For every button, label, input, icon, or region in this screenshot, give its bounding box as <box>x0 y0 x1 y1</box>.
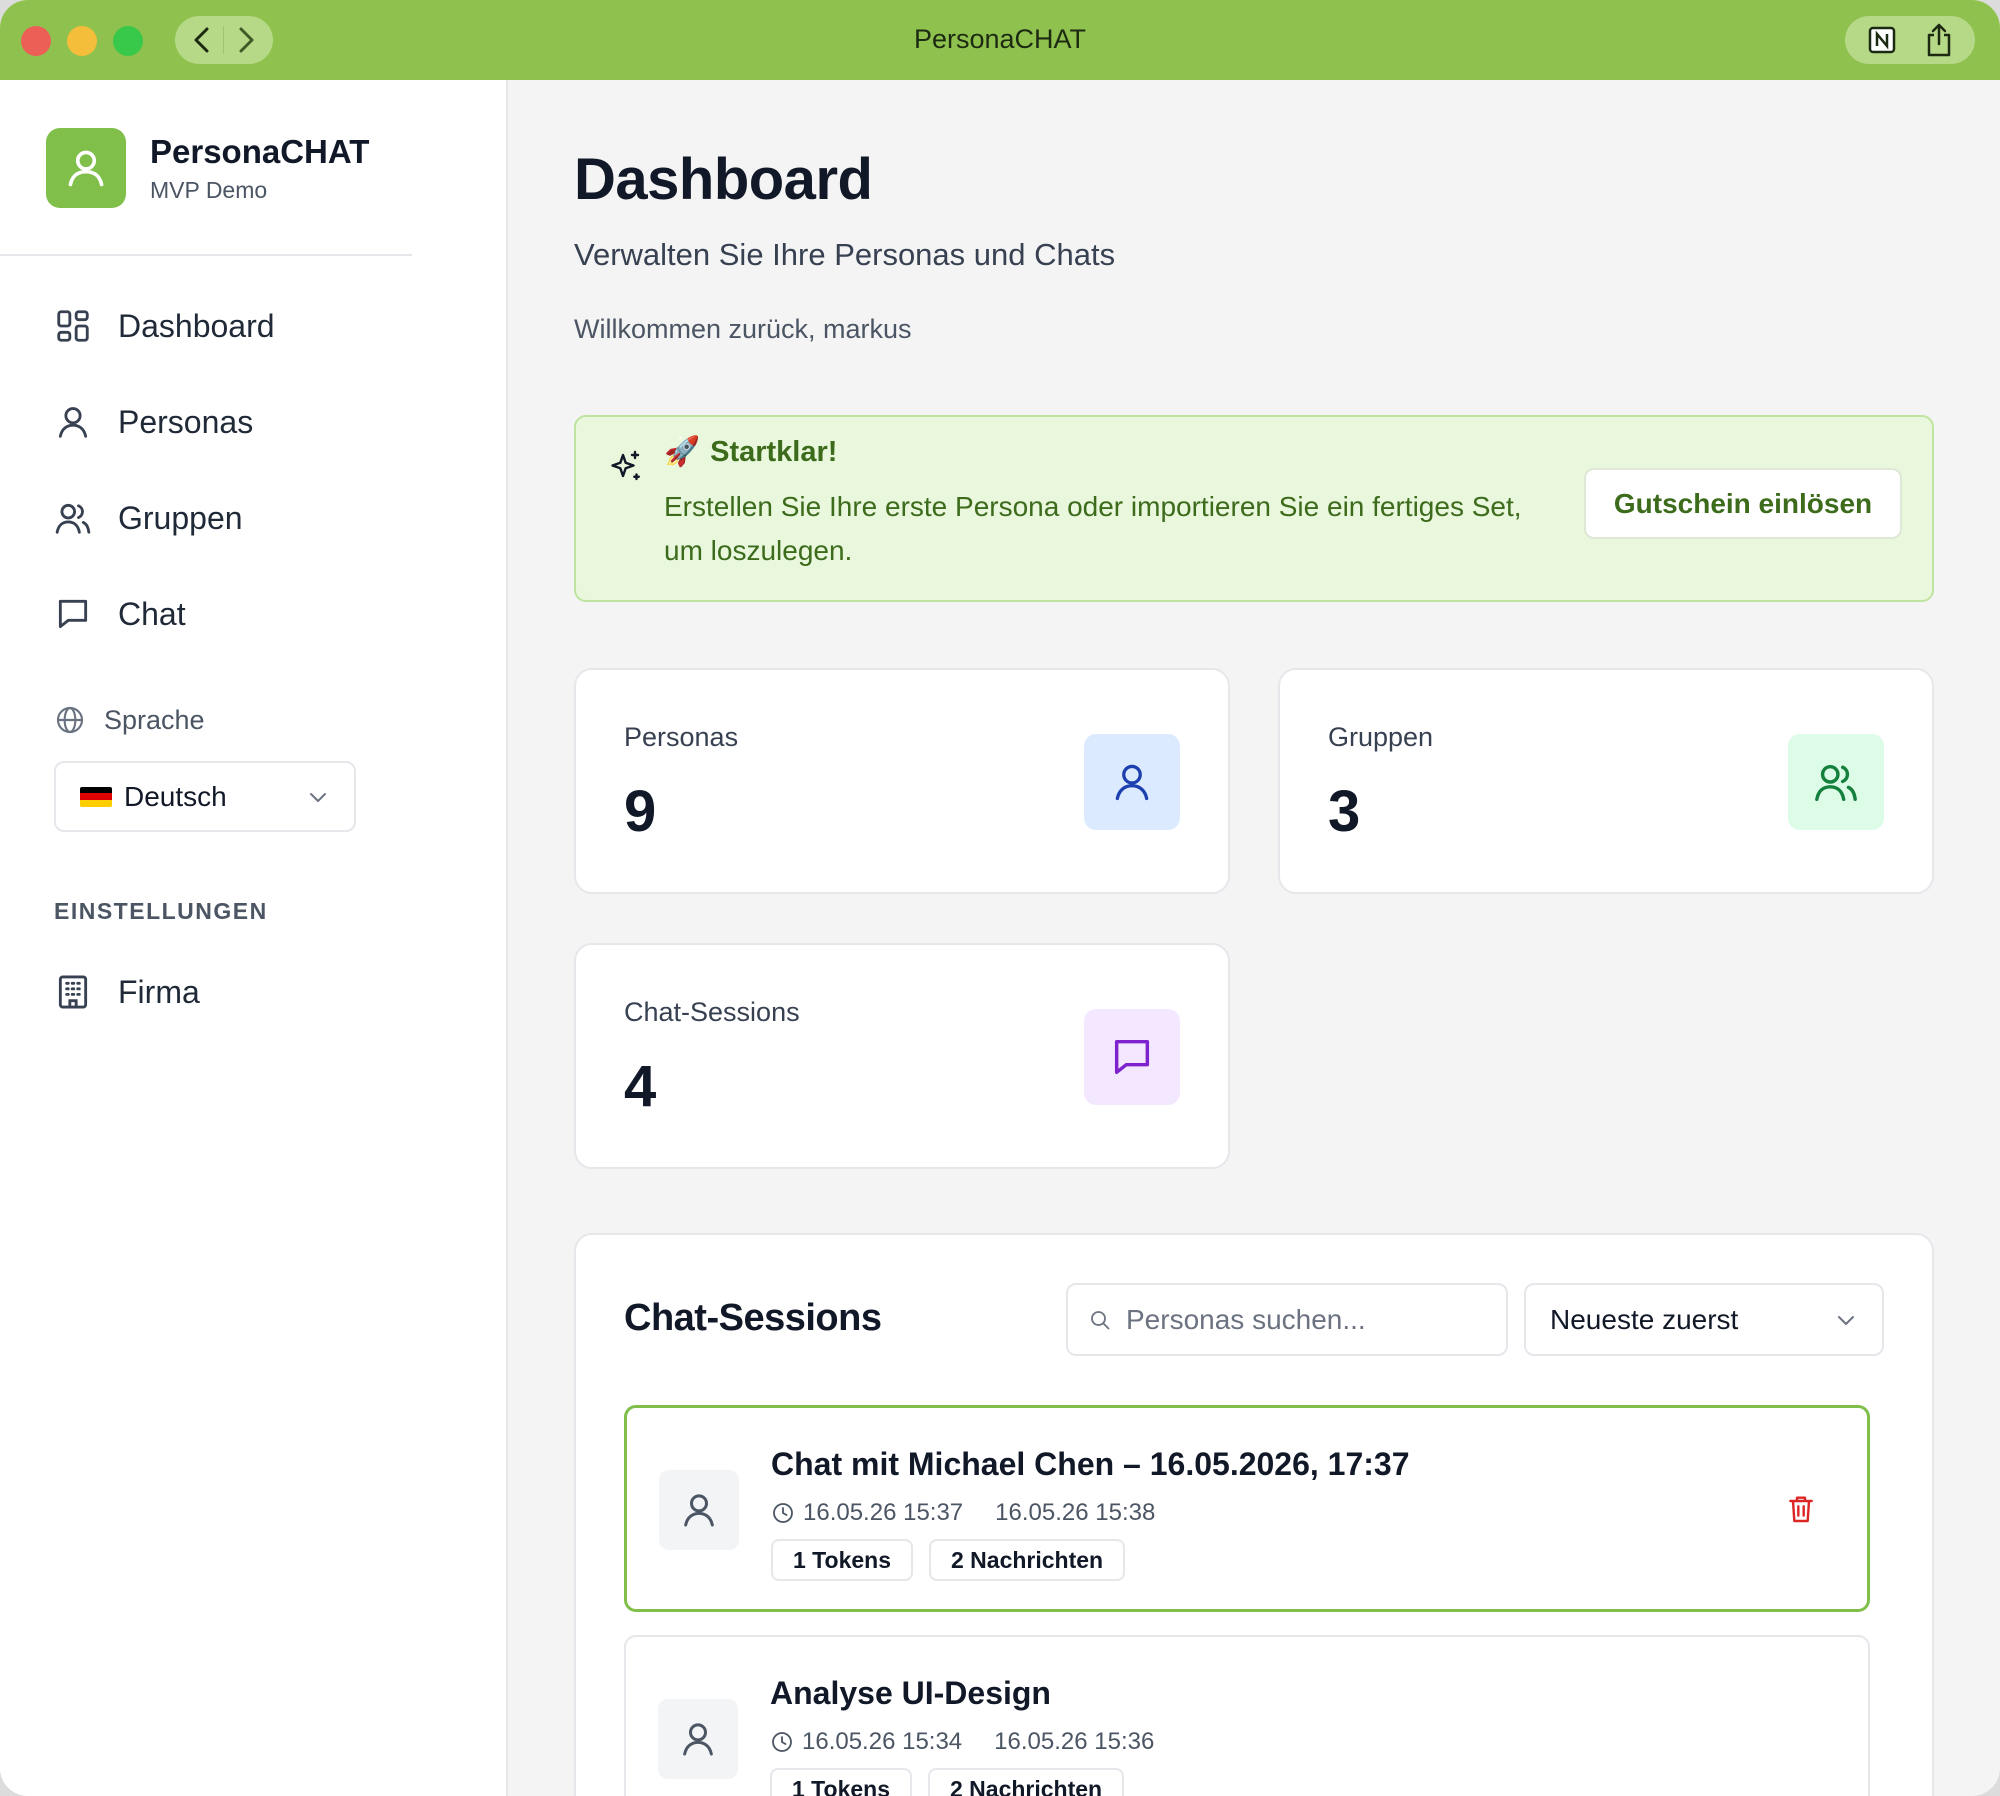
sidebar-item-chat[interactable]: Chat <box>54 586 186 642</box>
language-selected: Deutsch <box>124 780 227 812</box>
welcome-text: Willkommen zurück, markus <box>574 314 912 344</box>
brand: PersonaCHAT MVP Demo <box>46 128 369 208</box>
chevron-down-icon <box>1838 1315 1854 1325</box>
share-icon <box>1927 23 1950 57</box>
page-subtitle: Verwalten Sie Ihre Personas und Chats <box>574 237 1116 272</box>
search-field[interactable] <box>1066 1283 1508 1356</box>
user-icon <box>683 1723 713 1756</box>
session-meta: 16.05.26 15:37 16.05.26 15:38 <box>771 1499 1155 1527</box>
app-window: PersonaCHAT PersonaCHAT MVP Demo Dashboa… <box>0 0 2000 1796</box>
clock-icon <box>773 1503 793 1523</box>
stat-card-gruppen[interactable]: Gruppen 3 <box>1278 668 1934 894</box>
tokens-badge: 1 Tokens <box>771 1539 913 1581</box>
sparkles-icon <box>611 450 640 481</box>
session-updated: 16.05.26 15:38 <box>995 1499 1156 1526</box>
sidebar-item-label: Firma <box>118 973 200 1010</box>
window-title: PersonaCHAT <box>913 24 1087 54</box>
avatar <box>659 1470 739 1550</box>
messages-badge: 2 Nachrichten <box>928 1768 1125 1796</box>
user-icon <box>1115 764 1149 801</box>
banner-title: 🚀 Startklar! <box>664 435 837 469</box>
clock-icon <box>772 1732 792 1752</box>
sidebar-item-label: Dashboard <box>118 307 275 344</box>
main-content: Dashboard Verwalten Sie Ihre Personas un… <box>510 80 2000 1796</box>
user-icon <box>68 150 104 187</box>
brand-logo <box>46 128 126 208</box>
banner-text: Erstellen Sie Ihre erste Persona oder im… <box>664 491 1522 566</box>
title-bar: PersonaCHAT <box>0 0 2000 80</box>
stat-label: Chat-Sessions <box>624 997 800 1027</box>
search-icon <box>1091 1310 1110 1329</box>
delete-session-button[interactable] <box>1785 1492 1817 1531</box>
sidebar-item-personas[interactable]: Personas <box>54 394 253 450</box>
session-title: Analyse UI-Design <box>770 1675 1051 1711</box>
german-flag-icon <box>80 786 112 807</box>
sessions-title: Chat-Sessions <box>624 1297 882 1339</box>
persona-stat-icon <box>1084 734 1180 830</box>
user-icon <box>58 407 88 438</box>
language-select[interactable]: Deutsch <box>54 761 356 832</box>
stat-value: 4 <box>624 1054 657 1119</box>
sidebar-item-gruppen[interactable]: Gruppen <box>54 490 243 546</box>
page-title: Dashboard <box>574 147 873 212</box>
notion-icon <box>1868 26 1895 54</box>
chevron-down-icon <box>310 792 326 802</box>
sort-selected: Neueste zuerst <box>1550 1303 1739 1335</box>
user-icon <box>684 1494 714 1527</box>
rocket-icon: 🚀 <box>664 436 701 468</box>
avatar <box>658 1699 738 1779</box>
redeem-voucher-button[interactable]: Gutschein einlösen <box>1584 468 1902 539</box>
session-title: Chat mit Michael Chen – 16.05.2026, 17:3… <box>771 1446 1410 1482</box>
chat-icon <box>58 599 88 629</box>
banner-title-text: Startklar! <box>710 435 838 468</box>
stat-card-chat-sessions[interactable]: Chat-Sessions 4 <box>574 943 1230 1169</box>
sidebar: PersonaCHAT MVP Demo Dashboard Personas … <box>0 80 508 1796</box>
language-label-text: Sprache <box>104 704 205 735</box>
session-badges: 1 Tokens 2 Nachrichten <box>770 1768 1140 1796</box>
session-item[interactable]: Analyse UI-Design 16.05.26 15:34 16.05.2… <box>624 1635 1870 1796</box>
session-updated: 16.05.26 15:36 <box>994 1728 1155 1755</box>
divider <box>0 254 412 256</box>
users-icon <box>1815 764 1857 801</box>
stat-label: Personas <box>624 722 739 752</box>
search-input[interactable] <box>1126 1303 1486 1336</box>
session-created: 16.05.26 15:34 <box>802 1728 963 1755</box>
toolbar-right <box>1845 16 1975 64</box>
session-created: 16.05.26 15:37 <box>803 1499 964 1526</box>
sort-select[interactable]: Neueste zuerst <box>1524 1283 1884 1356</box>
stat-label: Gruppen <box>1328 722 1434 752</box>
language-label: Sprache <box>54 704 205 736</box>
session-badges: 1 Tokens 2 Nachrichten <box>771 1539 1141 1581</box>
chat-stat-icon <box>1084 1009 1180 1105</box>
stat-value: 9 <box>624 779 657 844</box>
chat-sessions-panel: Chat-Sessions Neueste zuerst Chat mit Mi… <box>574 1233 1934 1796</box>
chat-icon <box>1114 1039 1150 1075</box>
dashboard-icon <box>57 310 89 342</box>
sidebar-item-label: Gruppen <box>118 499 243 536</box>
building-icon <box>58 975 88 1009</box>
sidebar-item-firma[interactable]: Firma <box>54 964 200 1020</box>
stat-card-personas[interactable]: Personas 9 <box>574 668 1230 894</box>
messages-badge: 2 Nachrichten <box>929 1539 1126 1581</box>
notion-button[interactable] <box>1865 23 1899 57</box>
settings-heading: EINSTELLUNGEN <box>54 898 268 924</box>
users-icon <box>55 503 91 534</box>
session-meta: 16.05.26 15:34 16.05.26 15:36 <box>770 1728 1154 1756</box>
sidebar-item-label: Chat <box>118 595 186 632</box>
group-stat-icon <box>1788 734 1884 830</box>
brand-subtitle: MVP Demo <box>150 176 268 203</box>
globe-icon <box>56 706 84 734</box>
stat-value: 3 <box>1328 779 1361 844</box>
tokens-badge: 1 Tokens <box>770 1768 912 1796</box>
sidebar-item-dashboard[interactable]: Dashboard <box>54 298 275 354</box>
brand-name: PersonaCHAT <box>150 132 370 170</box>
share-button[interactable] <box>1922 23 1956 57</box>
session-item[interactable]: Chat mit Michael Chen – 16.05.2026, 17:3… <box>624 1405 1870 1612</box>
sidebar-item-label: Personas <box>118 403 254 440</box>
onboarding-banner: 🚀 Startklar! Erstellen Sie Ihre erste Pe… <box>574 415 1934 602</box>
trash-icon <box>1789 1496 1813 1523</box>
